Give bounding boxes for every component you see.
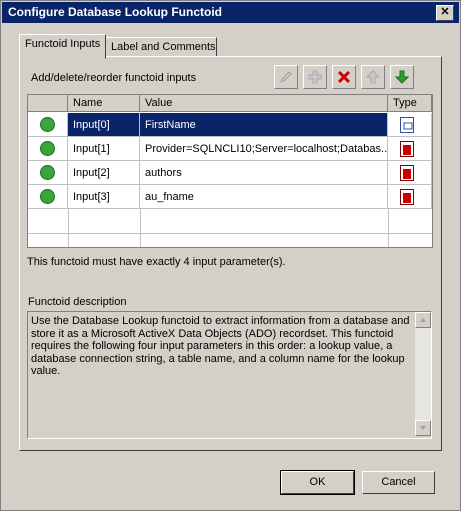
delete-input-button[interactable] <box>332 65 356 89</box>
input-name[interactable]: Input[2] <box>68 161 140 185</box>
table-row[interactable]: Input[3] au_fname <box>28 185 432 209</box>
description-label: Functoid description <box>28 296 127 308</box>
move-up-icon <box>366 70 380 84</box>
input-value[interactable]: Provider=SQLNCLI10;Server=localhost;Data… <box>140 137 388 161</box>
add-icon <box>308 70 322 84</box>
table-row[interactable]: Input[1] Provider=SQLNCLI10;Server=local… <box>28 137 432 161</box>
cancel-button[interactable]: Cancel <box>362 471 435 494</box>
description-text: Use the Database Lookup functoid to extr… <box>31 315 410 378</box>
input-name[interactable]: Input[3] <box>68 185 140 209</box>
description-scrollbar[interactable] <box>415 312 431 436</box>
scroll-up-button[interactable] <box>415 312 431 328</box>
table-row[interactable]: Input[0] FirstName <box>28 113 432 137</box>
edit-button[interactable] <box>274 65 298 89</box>
header-value[interactable]: Value <box>140 95 388 112</box>
inputs-grid: Name Value Type Input[0] FirstName Input… <box>27 94 433 248</box>
description-box: Use the Database Lookup functoid to extr… <box>27 311 432 439</box>
close-button[interactable]: ✕ <box>436 5 454 21</box>
constant-icon <box>400 141 414 157</box>
constant-icon <box>400 165 414 181</box>
move-down-icon <box>395 70 409 84</box>
link-icon <box>400 117 414 133</box>
check-icon <box>40 141 55 156</box>
edit-icon <box>280 71 292 83</box>
input-name[interactable]: Input[0] <box>68 113 140 137</box>
check-icon <box>40 189 55 204</box>
header-type[interactable]: Type <box>388 95 432 112</box>
scroll-down-button[interactable] <box>415 420 431 436</box>
input-name[interactable]: Input[1] <box>68 137 140 161</box>
tab-label-and-comments[interactable]: Label and Comments <box>105 37 217 57</box>
constant-icon <box>400 189 414 205</box>
check-icon <box>40 117 55 132</box>
header-name[interactable]: Name <box>68 95 140 112</box>
validation-note: This functoid must have exactly 4 input … <box>27 256 286 268</box>
input-value[interactable]: authors <box>140 161 388 185</box>
check-icon <box>40 165 55 180</box>
table-row[interactable]: Input[2] authors <box>28 161 432 185</box>
delete-icon <box>337 70 351 84</box>
ok-button[interactable]: OK <box>280 470 355 495</box>
input-value[interactable]: FirstName <box>140 113 388 137</box>
inputs-section-label: Add/delete/reorder functoid inputs <box>31 72 197 84</box>
add-input-button[interactable] <box>303 65 327 89</box>
move-down-button[interactable] <box>390 65 414 89</box>
title-bar: Configure Database Lookup Functoid ✕ <box>2 2 459 23</box>
window-title: Configure Database Lookup Functoid <box>8 5 223 19</box>
input-value[interactable]: au_fname <box>140 185 388 209</box>
tab-functoid-inputs[interactable]: Functoid Inputs <box>19 34 106 59</box>
move-up-button[interactable] <box>361 65 385 89</box>
header-blank <box>28 95 68 112</box>
arrow-up-icon <box>420 318 426 322</box>
arrow-down-icon <box>420 426 426 430</box>
